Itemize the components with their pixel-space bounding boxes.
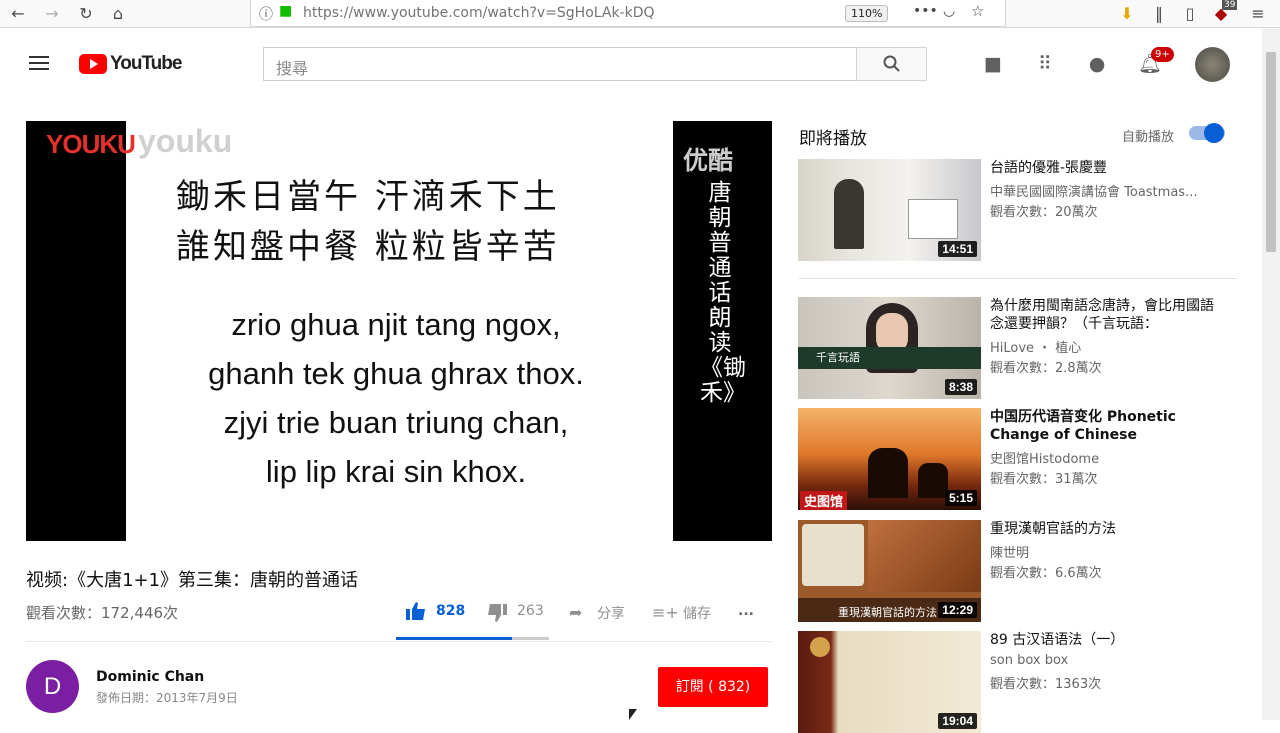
- video-thumbnail[interactable]: 14:51: [798, 159, 981, 261]
- video-thumbnail[interactable]: 史图馆 5:15: [798, 408, 981, 510]
- youku-watermark: YOUKU: [46, 129, 136, 159]
- view-count: 觀看次數：172,446次: [26, 604, 179, 622]
- item-views: 觀看次數：2.8萬次: [990, 361, 1102, 376]
- save-playlist-icon[interactable]: ≡+: [652, 603, 679, 622]
- poem-line-2: 誰知盤中餐 粒粒皆辛苦: [176, 227, 560, 267]
- download-icon[interactable]: ⬇: [1117, 4, 1137, 24]
- zoom-indicator[interactable]: 110%: [845, 5, 889, 22]
- duration-badge: 5:15: [944, 490, 977, 506]
- mouse-cursor-icon: [629, 709, 637, 720]
- list-item[interactable]: 史图馆 5:15 中国历代语音变化 Phonetic Change of Chi…: [798, 408, 1238, 510]
- duration-badge: 19:04: [938, 713, 977, 729]
- list-item[interactable]: 19:04 89 古汉语语法（一） son box box 觀看次數：1363次: [798, 631, 1238, 733]
- duration-badge: 14:51: [938, 241, 977, 257]
- create-video-icon[interactable]: ■: [981, 52, 1005, 76]
- info-icon[interactable]: ⓘ: [259, 4, 273, 24]
- share-label[interactable]: 分享: [597, 603, 625, 623]
- item-views: 觀看次數：20萬次: [990, 205, 1098, 220]
- forward-icon[interactable]: →: [42, 4, 62, 24]
- list-item[interactable]: 千言玩語 8:38 為什麼用閩南語念唐詩，會比用國語念還要押韻？（千言玩語： H…: [798, 297, 1238, 399]
- save-label[interactable]: 儲存: [683, 603, 711, 623]
- address-bar[interactable]: ⓘ ■ https://www.youtube.com/watch?v=SgHo…: [250, 0, 1006, 27]
- video-title: 视频:《大唐1+1》第三集：唐朝的普通话: [26, 570, 359, 591]
- item-title[interactable]: 重現漢朝官話的方法: [990, 520, 1220, 538]
- pinyin-line-2: ghanh tek ghua ghrax thox.: [208, 356, 584, 391]
- video-thumbnail[interactable]: 19:04: [798, 631, 981, 733]
- browser-toolbar: ← → ↻ ⌂ ⓘ ■ https://www.youtube.com/watc…: [0, 0, 1280, 28]
- sentiment-bar: [396, 637, 549, 640]
- page-actions-icon[interactable]: •••: [913, 3, 938, 19]
- list-item[interactable]: 14:51 台語的優雅-張慶豐 中華民國國際演講協會 Toastmas... 觀…: [798, 159, 1238, 261]
- pinyin-line-3: zjyi trie buan triung chan,: [223, 405, 569, 440]
- page-scrollbar[interactable]: [1262, 28, 1280, 720]
- poem-line-1: 鋤禾日當午 汗滴禾下土: [176, 177, 560, 217]
- video-thumbnail[interactable]: 重現漢朝官話的方法 12:29: [798, 520, 981, 622]
- subscribe-button[interactable]: 訂閱 ( 832): [658, 667, 768, 707]
- youtube-header: YouTube 搜尋 ■ ⠿ ● 🔔︎ 9+: [0, 28, 1262, 100]
- thumbnail-overlay-text: 重現漢朝官話的方法: [838, 606, 937, 619]
- share-icon[interactable]: ➦: [569, 603, 582, 622]
- pinyin-line-1: zrio ghua njit tang ngox,: [231, 307, 561, 342]
- item-channel[interactable]: 中華民國國際演講協會 Toastmas...: [990, 181, 1230, 200]
- autoplay-label: 自動播放: [1122, 130, 1175, 145]
- extension-badge: 39: [1222, 0, 1238, 10]
- sentiment-bar-fill: [396, 637, 513, 640]
- more-actions-icon[interactable]: ...: [738, 603, 754, 619]
- bookmark-star-icon[interactable]: ☆: [971, 2, 984, 20]
- thumbnail-overlay-text: 千言玩語: [816, 351, 860, 364]
- scrollbar-thumb[interactable]: [1266, 52, 1276, 252]
- video-thumbnail[interactable]: 千言玩語 8:38: [798, 297, 981, 399]
- video-player[interactable]: YOUKU youku 鋤禾日當午 汗滴禾下土 誰知盤中餐 粒粒皆辛苦 zrio…: [26, 121, 772, 541]
- item-views: 觀看次數：1363次: [990, 677, 1102, 692]
- divider: [799, 278, 1237, 279]
- url-text[interactable]: https://www.youtube.com/watch?v=SgHoLAk-…: [303, 5, 655, 21]
- thumbs-up-icon[interactable]: [405, 601, 427, 621]
- apps-grid-icon[interactable]: ⠿: [1033, 52, 1057, 76]
- thumbnail-overlay-text: 史图馆: [800, 491, 848, 510]
- item-views: 觀看次數：31萬次: [990, 472, 1098, 487]
- list-item[interactable]: 重現漢朝官話的方法 12:29 重現漢朝官話的方法 陳世明 觀看次數：6.6萬次: [798, 520, 1238, 622]
- item-title[interactable]: 89 古汉语语法（一）: [990, 631, 1220, 649]
- reload-icon[interactable]: ↻: [76, 4, 96, 24]
- search-icon: [883, 55, 900, 72]
- item-channel[interactable]: 陳世明: [990, 542, 1230, 561]
- youtube-logo-text[interactable]: YouTube: [110, 53, 182, 75]
- pinyin-line-4: lip lip krai sin khox.: [265, 454, 527, 489]
- channel-name[interactable]: Dominic Chan: [96, 669, 204, 685]
- duration-badge: 8:38: [944, 379, 977, 395]
- sidebar-icon[interactable]: ▯: [1180, 4, 1200, 24]
- lock-icon: ■: [279, 3, 293, 19]
- account-avatar[interactable]: [1195, 47, 1230, 82]
- search-button[interactable]: [856, 47, 927, 81]
- messages-icon[interactable]: ●: [1085, 52, 1109, 76]
- channel-avatar[interactable]: D: [26, 660, 79, 713]
- item-views: 觀看次數：6.6萬次: [990, 566, 1102, 581]
- youku-watermark-outline: youku: [138, 123, 233, 159]
- autoplay-toggle[interactable]: [1189, 123, 1225, 143]
- divider: [26, 641, 772, 642]
- back-icon[interactable]: ←: [8, 4, 28, 24]
- item-channel[interactable]: HiLove ・ 植心: [990, 337, 1230, 356]
- notification-count-badge: 9+: [1151, 47, 1174, 62]
- item-channel[interactable]: son box box: [990, 653, 1230, 668]
- item-title[interactable]: 中国历代语音变化 Phonetic Change of Chinese: [990, 408, 1220, 444]
- vertical-caption: 唐朝普通话朗读《锄禾》: [700, 180, 746, 406]
- app-menu-icon[interactable]: ≡: [1248, 4, 1268, 24]
- home-icon[interactable]: ⌂: [108, 4, 128, 24]
- youku-side-logo: 优酷: [683, 146, 734, 175]
- youtube-logo-icon[interactable]: [79, 54, 107, 74]
- hamburger-menu-icon[interactable]: [29, 56, 49, 70]
- like-count[interactable]: 828: [436, 603, 465, 619]
- item-title[interactable]: 為什麼用閩南語念唐詩，會比用國語念還要押韻？（千言玩語：: [990, 297, 1220, 333]
- publish-date: 發佈日期：2013年7月9日: [96, 691, 238, 705]
- search-input[interactable]: 搜尋: [263, 47, 857, 81]
- up-next-heading: 即將播放: [799, 129, 867, 149]
- dislike-count[interactable]: 263: [517, 603, 544, 619]
- thumbs-down-icon[interactable]: [486, 603, 508, 623]
- item-channel[interactable]: 史图馆Histodome: [990, 448, 1230, 467]
- library-icon[interactable]: ‖: [1149, 4, 1169, 24]
- pocket-icon[interactable]: ◡: [943, 3, 955, 19]
- item-title[interactable]: 台語的優雅-張慶豐: [990, 159, 1220, 177]
- duration-badge: 12:29: [938, 602, 977, 618]
